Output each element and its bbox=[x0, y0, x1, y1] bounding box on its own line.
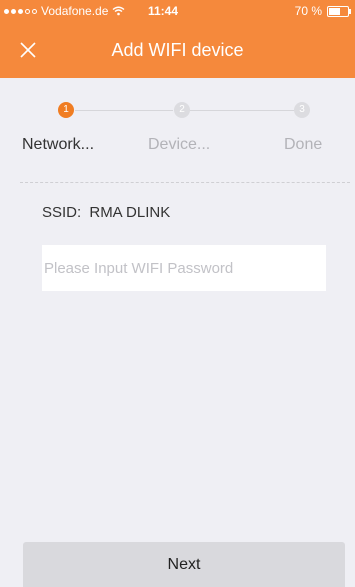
ssid-value: RMA DLINK bbox=[89, 204, 171, 221]
step-2-label: Device... bbox=[148, 136, 211, 153]
step-connector bbox=[190, 110, 294, 111]
signal-icon bbox=[4, 8, 37, 14]
step-3-label: Done bbox=[284, 136, 323, 153]
carrier-label: Vodafone.de bbox=[41, 4, 109, 18]
next-button[interactable]: Next bbox=[23, 542, 345, 587]
page-title: Add WIFI device bbox=[111, 40, 244, 60]
status-time: 11:44 bbox=[148, 4, 179, 18]
battery-fill bbox=[329, 7, 340, 15]
battery-percent: 70 % bbox=[294, 4, 322, 18]
step-1-label: Network... bbox=[22, 136, 95, 153]
step-1-circle: 1 bbox=[58, 102, 74, 118]
wifi-password-input[interactable] bbox=[42, 245, 326, 291]
ssid-row: SSID: RMA DLINK bbox=[42, 204, 170, 221]
section-divider bbox=[20, 182, 350, 183]
status-bar: Vodafone.de 11:44 70 % bbox=[0, 0, 355, 22]
battery-icon bbox=[327, 5, 351, 17]
step-indicator: 1 2 3 Network... Device... Done bbox=[0, 96, 355, 166]
step-3-circle: 3 bbox=[294, 102, 310, 118]
app-header: Vodafone.de 11:44 70 % Add WIFI device bbox=[0, 0, 355, 78]
wifi-icon bbox=[112, 6, 125, 16]
status-right: 70 % bbox=[294, 4, 351, 18]
step-connector bbox=[75, 110, 173, 111]
ssid-label: SSID: bbox=[42, 204, 82, 221]
nav-bar: Add WIFI device bbox=[0, 30, 355, 70]
step-2-circle: 2 bbox=[174, 102, 190, 118]
status-left: Vodafone.de bbox=[4, 4, 125, 18]
